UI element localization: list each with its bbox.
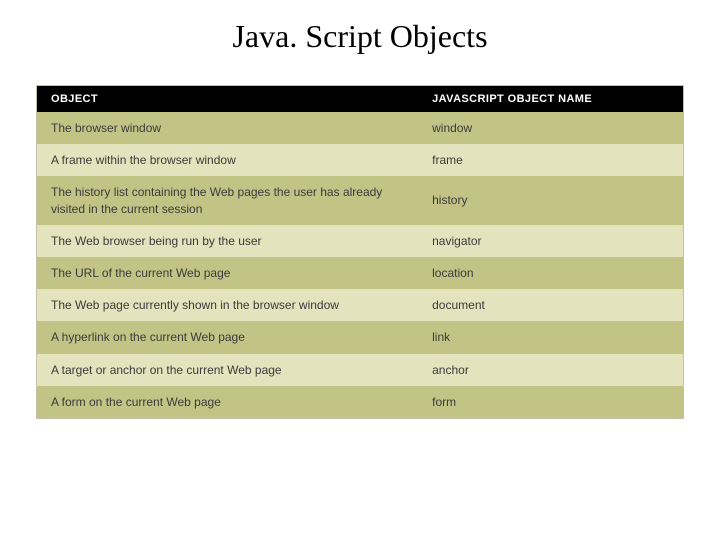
cell-name: anchor [418,354,683,386]
page-title: Java. Script Objects [0,0,720,85]
cell-object: The URL of the current Web page [37,257,418,289]
cell-name: frame [418,144,683,176]
table-header-row: OBJECT JAVASCRIPT OBJECT NAME [37,86,683,112]
cell-name: link [418,321,683,353]
table-row: A form on the current Web page form [37,386,683,418]
table-row: The history list containing the Web page… [37,176,683,224]
table-row: The Web page currently shown in the brow… [37,289,683,321]
cell-object: The Web page currently shown in the brow… [37,289,418,321]
cell-name: form [418,386,683,418]
cell-name: navigator [418,225,683,257]
table-row: A hyperlink on the current Web page link [37,321,683,353]
cell-object: A target or anchor on the current Web pa… [37,354,418,386]
header-name: JAVASCRIPT OBJECT NAME [418,87,683,111]
cell-name: history [418,184,683,216]
table-row: A target or anchor on the current Web pa… [37,354,683,386]
cell-name: window [418,112,683,144]
cell-object: The Web browser being run by the user [37,225,418,257]
table-row: The Web browser being run by the user na… [37,225,683,257]
header-object: OBJECT [37,87,418,111]
cell-object: The browser window [37,112,418,144]
cell-object: A hyperlink on the current Web page [37,321,418,353]
table-row: The browser window window [37,112,683,144]
cell-object: The history list containing the Web page… [37,176,418,224]
cell-name: location [418,257,683,289]
table-row: A frame within the browser window frame [37,144,683,176]
cell-object: A frame within the browser window [37,144,418,176]
cell-object: A form on the current Web page [37,386,418,418]
objects-table: OBJECT JAVASCRIPT OBJECT NAME The browse… [36,85,684,419]
cell-name: document [418,289,683,321]
table-row: The URL of the current Web page location [37,257,683,289]
